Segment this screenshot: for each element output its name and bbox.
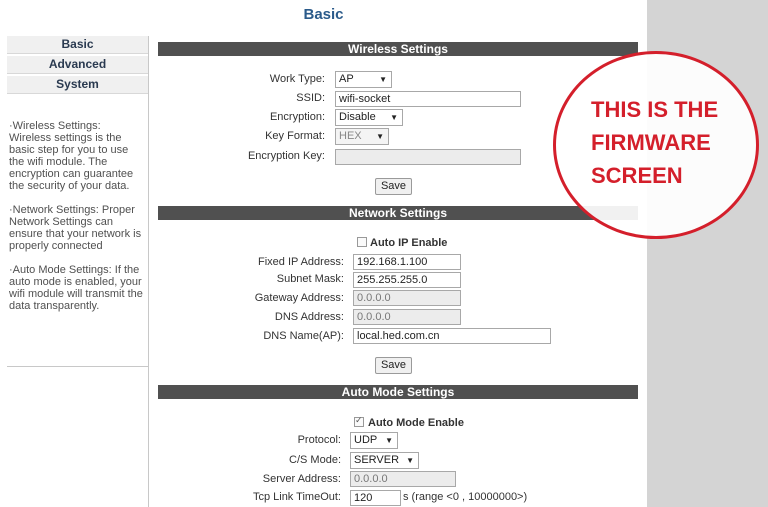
work-type-select[interactable]: AP ▼ [335, 71, 392, 88]
chevron-down-icon: ▼ [379, 75, 387, 84]
tcp-timeout-range: s (range <0 , 10000000>) [403, 491, 528, 503]
encryption-label: Encryption: [269, 111, 325, 123]
nav-system[interactable]: System [7, 76, 148, 94]
key-format-label: Key Format: [265, 130, 325, 142]
ssid-label: SSID: [296, 92, 325, 104]
subnet-mask-label: Subnet Mask: [276, 273, 344, 285]
work-type-label: Work Type: [269, 73, 325, 85]
dns-address-label: DNS Address: [274, 311, 344, 323]
tcp-timeout-input[interactable]: 120 [350, 490, 401, 506]
server-address-input[interactable]: 0.0.0.0 [350, 471, 456, 487]
annotation-line-2: FIRMWARE [591, 130, 711, 155]
ssid-input[interactable]: wifi-socket [335, 91, 521, 107]
wireless-settings-header: Wireless Settings [158, 42, 638, 56]
gateway-input[interactable]: 0.0.0.0 [353, 290, 461, 306]
annotation-text: THIS IS THE FIRMWARE SCREEN [591, 93, 741, 192]
tcp-timeout-label: Tcp Link TimeOut: [252, 491, 341, 503]
dns-address-input[interactable]: 0.0.0.0 [353, 309, 461, 325]
encryption-key-input[interactable] [335, 149, 521, 165]
chevron-down-icon: ▼ [406, 456, 414, 465]
gateway-label: Gateway Address: [254, 292, 344, 304]
nav-advanced[interactable]: Advanced [7, 56, 148, 74]
help-auto-mode: ·Auto Mode Settings: If the auto mode is… [9, 264, 143, 312]
chevron-down-icon: ▼ [390, 113, 398, 122]
cs-mode-select[interactable]: SERVER ▼ [350, 452, 419, 469]
auto-mode-settings-header: Auto Mode Settings [158, 385, 638, 399]
subnet-mask-input[interactable]: 255.255.255.0 [353, 272, 461, 288]
encryption-select[interactable]: Disable ▼ [335, 109, 403, 126]
sidebar-divider [7, 366, 148, 367]
help-wireless: ·Wireless Settings: Wireless settings is… [9, 120, 134, 192]
chevron-down-icon: ▼ [376, 132, 384, 141]
nav-basic[interactable]: Basic [7, 36, 148, 54]
wireless-save-button[interactable]: Save [375, 178, 412, 195]
fixed-ip-label: Fixed IP Address: [257, 256, 344, 268]
auto-ip-label: Auto IP Enable [370, 237, 448, 249]
auto-mode-label: Auto Mode Enable [368, 417, 464, 429]
protocol-label: Protocol: [297, 434, 341, 446]
encryption-key-label: Encryption Key: [247, 150, 325, 162]
key-format-select[interactable]: HEX ▼ [335, 128, 389, 145]
annotation-line-1: THIS IS THE [591, 97, 719, 122]
server-address-label: Server Address: [262, 473, 341, 485]
auto-ip-checkbox[interactable] [357, 237, 367, 247]
page-title: Basic [303, 6, 344, 23]
auto-mode-checkbox[interactable] [354, 415, 364, 427]
chevron-down-icon: ▼ [385, 436, 393, 445]
dns-name-input[interactable]: local.hed.com.cn [353, 328, 551, 344]
help-network: ·Network Settings: Proper Network Settin… [9, 204, 142, 252]
annotation-line-3: SCREEN [591, 163, 683, 188]
firmware-page: Basic Basic Advanced System ·Wireless Se… [0, 0, 647, 507]
cs-mode-label: C/S Mode: [289, 454, 341, 466]
fixed-ip-input[interactable]: 192.168.1.100 [353, 254, 461, 270]
network-settings-header: Network Settings [158, 206, 638, 220]
help-panel: ·Wireless Settings: Wireless settings is… [9, 120, 145, 324]
protocol-select[interactable]: UDP ▼ [350, 432, 398, 449]
dns-name-label: DNS Name(AP): [263, 330, 344, 342]
network-save-button[interactable]: Save [375, 357, 412, 374]
